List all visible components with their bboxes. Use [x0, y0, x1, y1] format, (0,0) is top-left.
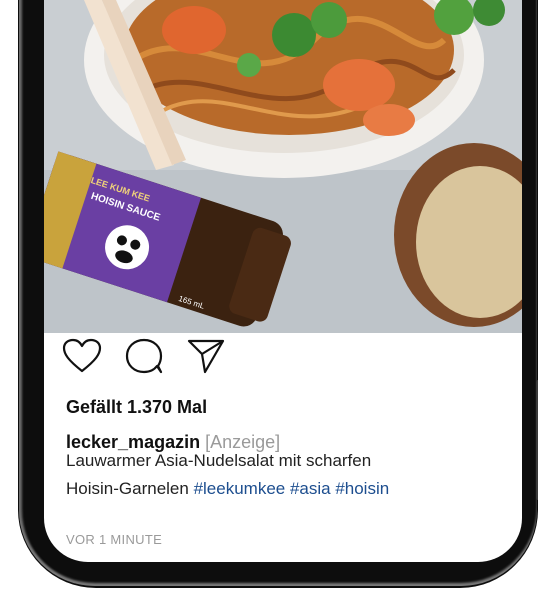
caption-line-2: Hoisin-Garnelen: [66, 479, 194, 498]
food-photo: LEE KUM KEE HOISIN SAUCE 165 mL: [44, 0, 522, 333]
post-caption: lecker_magazin [Anzeige] Lauwarmer Asia-…: [66, 432, 506, 503]
ad-tag: [Anzeige]: [205, 432, 281, 452]
post-actions: [62, 337, 226, 375]
heart-icon[interactable]: [62, 338, 102, 374]
caption-line-1: Lauwarmer Asia-Nudelsalat mit scharfen: [66, 451, 372, 470]
post-screen: LEE KUM KEE HOISIN SAUCE 165 mL Gefällt …: [44, 0, 522, 562]
likes-count[interactable]: Gefällt 1.370 Mal: [66, 397, 207, 418]
post-photo[interactable]: LEE KUM KEE HOISIN SAUCE 165 mL: [44, 0, 522, 333]
username[interactable]: lecker_magazin: [66, 432, 200, 452]
paper-plane-icon[interactable]: [186, 338, 226, 374]
hashtag-links[interactable]: #leekumkee #asia #hoisin: [194, 479, 390, 498]
comment-icon[interactable]: [124, 338, 164, 374]
post-timestamp: VOR 1 MINUTE: [66, 532, 163, 547]
